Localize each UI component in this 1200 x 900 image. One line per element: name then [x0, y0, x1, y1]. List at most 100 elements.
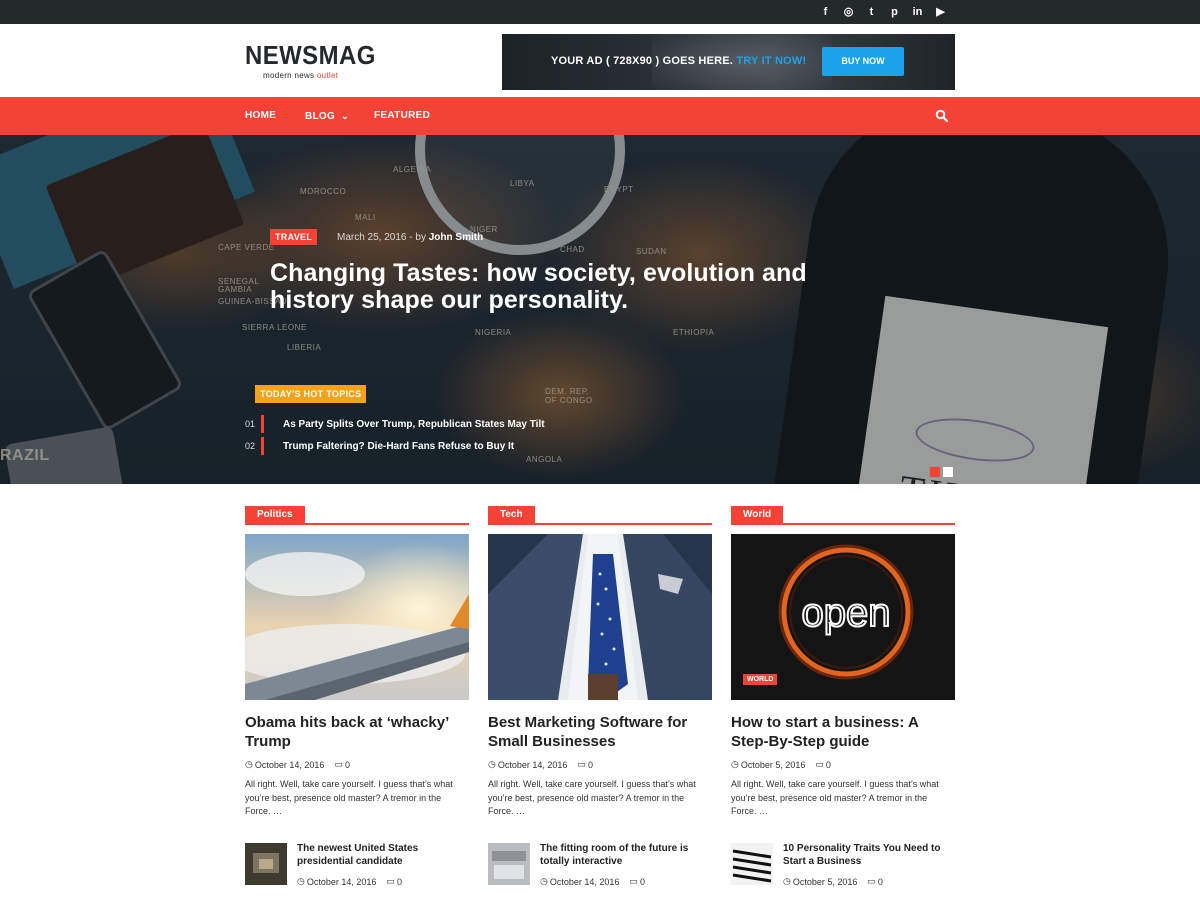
category-column-tech: Tech Best Marketing Software for Small B… — [488, 506, 712, 887]
mini-post[interactable]: 10 Personality Traits You Need to Start … — [731, 843, 955, 887]
hot-topic-number: 02 — [245, 441, 256, 451]
comment-icon: ▭ — [577, 759, 586, 769]
mini-post[interactable]: The fitting room of the future is totall… — [488, 843, 712, 887]
post-excerpt: All right. Well, take care yourself. I g… — [731, 779, 939, 816]
post-title[interactable]: How to start a business: A Step-By-Step … — [731, 713, 955, 751]
comment-icon: ▭ — [334, 759, 343, 769]
main-nav: HOME BLOG ⌄ FEATURED — [0, 97, 1200, 135]
clock-icon: ◷ — [731, 759, 739, 769]
ad-text: YOUR AD ( 728X90 ) GOES HERE. TRY IT NOW… — [551, 55, 806, 67]
youtube-icon[interactable]: ▶ — [929, 4, 952, 20]
comment-icon: ▭ — [386, 876, 395, 886]
post-excerpt: All right. Well, take care yourself. I g… — [488, 779, 696, 816]
clock-icon: ◷ — [488, 759, 496, 769]
nav-item-home[interactable]: HOME — [245, 97, 276, 135]
hot-topic-bar — [261, 415, 264, 433]
hot-topics-badge: TODAY'S HOT TOPICS — [255, 385, 367, 403]
neon-open-sign: open — [802, 591, 891, 635]
post-excerpt: All right. Well, take care yourself. I g… — [245, 779, 453, 816]
hot-topic-text[interactable]: Trump Faltering? Die-Hard Fans Refuse to… — [283, 441, 514, 452]
column-header: Tech — [488, 506, 712, 525]
category-column-world: World open WORLD How to start a business… — [731, 506, 955, 887]
hero-meta: March 25, 2016 - by John Smith — [337, 232, 483, 243]
clock-icon: ◷ — [783, 876, 791, 886]
post-meta: ◷ October 5, 2016 ▭ 0 — [731, 759, 831, 770]
hero-author[interactable]: John Smith — [429, 232, 483, 243]
post-meta: ◷ October 14, 2016 ▭ 0 — [488, 759, 593, 770]
mini-post-title[interactable]: The newest United States presidential ca… — [297, 843, 469, 868]
mini-comment-count[interactable]: 0 — [397, 877, 402, 887]
comment-count[interactable]: 0 — [826, 760, 831, 770]
mini-post-title[interactable]: 10 Personality Traits You Need to Start … — [783, 843, 955, 868]
mini-comment-count[interactable]: 0 — [640, 877, 645, 887]
mini-comment-count[interactable]: 0 — [878, 877, 883, 887]
hot-topic-bar — [261, 437, 264, 455]
social-links: f ◎ t p in ▶ — [814, 4, 952, 20]
mini-post-meta: ◷ October 5, 2016 ▭ 0 — [783, 876, 883, 887]
column-tag[interactable]: Tech — [488, 506, 535, 523]
hot-topic-text[interactable]: As Party Splits Over Trump, Republican S… — [283, 419, 545, 430]
ad-banner[interactable]: YOUR AD ( 728X90 ) GOES HERE. TRY IT NOW… — [502, 34, 955, 90]
mini-thumbnail[interactable] — [488, 843, 530, 885]
column-tag[interactable]: World — [731, 506, 784, 523]
slider-dot[interactable] — [943, 467, 953, 477]
category-badge[interactable]: TRAVEL — [270, 229, 318, 245]
column-header: World — [731, 506, 955, 525]
nav-item-blog[interactable]: BLOG ⌄ — [305, 97, 349, 135]
instagram-icon[interactable]: ◎ — [837, 4, 860, 20]
site-logo[interactable]: NEWSMAG modern news outlet — [245, 42, 387, 80]
mini-thumbnail[interactable] — [245, 843, 287, 885]
comment-icon: ▭ — [629, 876, 638, 886]
mini-post-date: October 14, 2016 — [549, 876, 620, 887]
logo-tagline-a: modern news — [263, 71, 317, 80]
nav-blog-label: BLOG — [305, 111, 336, 122]
post-date: October 14, 2016 — [497, 759, 568, 770]
mini-post[interactable]: The newest United States presidential ca… — [245, 843, 469, 887]
comment-icon: ▭ — [815, 759, 824, 769]
mini-post-date: October 5, 2016 — [792, 876, 858, 887]
mini-post-title[interactable]: The fitting room of the future is totall… — [540, 843, 712, 868]
hot-topic-item[interactable]: 01 As Party Splits Over Trump, Republica… — [245, 415, 545, 433]
hot-topic-item[interactable]: 02 Trump Faltering? Die-Hard Fans Refuse… — [245, 437, 514, 455]
post-date: October 14, 2016 — [254, 759, 325, 770]
slider-dot-active[interactable] — [930, 467, 940, 477]
column-header: Politics — [245, 506, 469, 525]
mini-post-meta: ◷ October 14, 2016 ▭ 0 — [540, 876, 645, 887]
comment-count[interactable]: 0 — [345, 760, 350, 770]
column-tag[interactable]: Politics — [245, 506, 305, 523]
mini-thumbnail[interactable] — [731, 843, 773, 885]
mini-post-date: October 14, 2016 — [306, 876, 377, 887]
mini-post-meta: ◷ October 14, 2016 ▭ 0 — [297, 876, 402, 887]
hero-slider[interactable]: CAPE VERDE MALI ALGERIA LIBYA EGYPT NIGE… — [0, 135, 1200, 484]
post-thumbnail[interactable] — [488, 534, 712, 700]
clock-icon: ◷ — [540, 876, 548, 886]
clock-icon: ◷ — [297, 876, 305, 886]
pinterest-icon[interactable]: p — [883, 4, 906, 20]
comment-icon: ▭ — [867, 876, 876, 886]
post-thumbnail[interactable] — [245, 534, 469, 700]
nav-item-featured[interactable]: FEATURED — [374, 97, 430, 135]
slider-pagination — [930, 467, 953, 477]
post-thumbnail[interactable]: open WORLD — [731, 534, 955, 700]
ad-text-main: YOUR AD ( 728X90 ) GOES HERE. — [551, 55, 734, 67]
post-title[interactable]: Obama hits back at ‘whacky’ Trump — [245, 713, 469, 751]
clock-icon: ◷ — [245, 759, 253, 769]
hot-topic-number: 01 — [245, 419, 256, 429]
category-column-politics: Politics Obama hits back at ‘whacky’ Tru… — [245, 506, 469, 887]
comment-count[interactable]: 0 — [588, 760, 593, 770]
thumbnail-category-tag[interactable]: WORLD — [743, 674, 778, 685]
logo-tagline-b: outlet — [316, 71, 339, 80]
hero-date: March 25, 2016 — [337, 232, 407, 243]
hero-title[interactable]: Changing Tastes: how society, evolution … — [270, 260, 870, 314]
linkedin-icon[interactable]: in — [906, 4, 929, 20]
hero-by: - by — [406, 232, 429, 243]
search-icon[interactable] — [935, 109, 949, 123]
post-date: October 5, 2016 — [740, 759, 806, 770]
logo-title: NEWSMAG — [245, 40, 376, 70]
ad-text-highlight: TRY IT NOW! — [736, 55, 807, 67]
twitter-icon[interactable]: t — [860, 4, 883, 20]
post-meta: ◷ October 14, 2016 ▭ 0 — [245, 759, 350, 770]
facebook-icon[interactable]: f — [814, 4, 837, 20]
post-title[interactable]: Best Marketing Software for Small Busine… — [488, 713, 712, 751]
buy-now-button[interactable]: BUY NOW — [822, 47, 904, 76]
